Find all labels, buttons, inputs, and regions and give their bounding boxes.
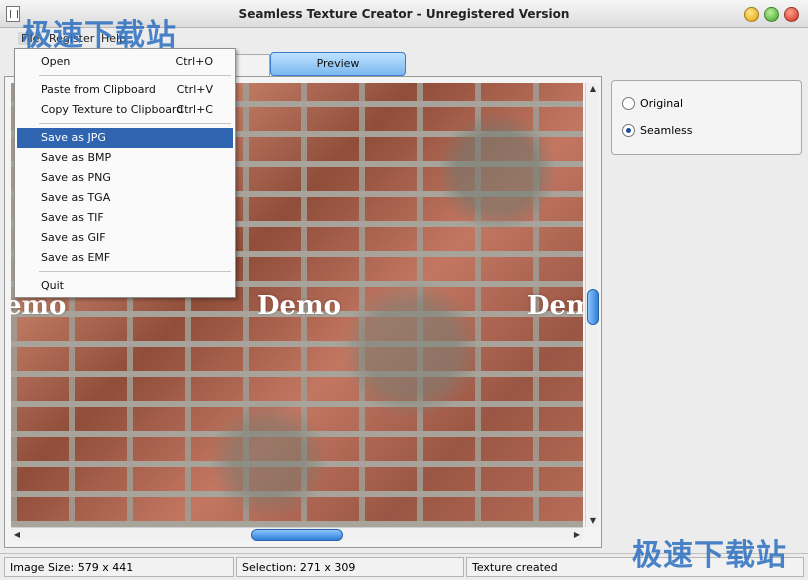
scroll-down-icon[interactable]: ▼ (586, 515, 600, 527)
menu-open-label: Open (41, 55, 71, 68)
vertical-scrollbar[interactable]: ▲ ▼ (585, 83, 599, 527)
scroll-left-icon[interactable]: ◀ (11, 528, 23, 542)
close-button[interactable] (784, 7, 799, 22)
menu-save-jpg[interactable]: Save as JPG (17, 128, 233, 148)
menu-save-bmp[interactable]: Save as BMP (17, 148, 233, 168)
seamless-label: Seamless (640, 123, 693, 137)
tab-preview[interactable]: Preview (270, 52, 406, 76)
file-menu-dropdown: Open Ctrl+O Paste from Clipboard Ctrl+V … (14, 48, 236, 298)
horizontal-scrollbar[interactable]: ◀ ▶ (11, 527, 583, 541)
horizontal-scroll-thumb[interactable] (251, 529, 343, 541)
menu-paste[interactable]: Paste from Clipboard Ctrl+V (17, 80, 233, 100)
seamless-option[interactable]: Seamless (622, 122, 693, 138)
menu-save-png[interactable]: Save as PNG (17, 168, 233, 188)
menu-save-emf[interactable]: Save as EMF (17, 248, 233, 268)
menu-save-gif[interactable]: Save as GIF (17, 228, 233, 248)
demo-watermark: Dem (527, 291, 583, 321)
tab-strip: Preview (230, 52, 410, 76)
menu-quit[interactable]: Quit (17, 276, 233, 296)
menu-copy[interactable]: Copy Texture to Clipboard Ctrl+C (17, 100, 233, 120)
menu-separator (39, 271, 231, 272)
maximize-button[interactable] (764, 7, 779, 22)
status-selection: Selection: 271 x 309 (236, 557, 464, 577)
seamless-radio[interactable] (622, 123, 635, 137)
menu-open[interactable]: Open Ctrl+O (17, 52, 233, 72)
menu-paste-shortcut: Ctrl+V (176, 83, 213, 96)
scroll-right-icon[interactable]: ▶ (571, 528, 583, 542)
menu-copy-label: Copy Texture to Clipboard (41, 103, 184, 116)
menu-copy-shortcut: Ctrl+C (176, 103, 213, 116)
mode-panel: Original Seamless (611, 80, 802, 155)
menu-open-shortcut: Ctrl+O (175, 55, 213, 68)
original-option[interactable]: Original (622, 95, 683, 111)
menu-paste-label: Paste from Clipboard (41, 83, 156, 96)
status-image-size: Image Size: 579 x 441 (4, 557, 234, 577)
scroll-up-icon[interactable]: ▲ (586, 83, 600, 95)
site-watermark: 极速下载站 (22, 18, 177, 53)
vertical-scroll-thumb[interactable] (587, 289, 599, 325)
original-radio[interactable] (622, 96, 635, 110)
menu-save-tga[interactable]: Save as TGA (17, 188, 233, 208)
menu-save-tif[interactable]: Save as TIF (17, 208, 233, 228)
menu-separator (39, 75, 231, 76)
menu-separator (39, 123, 231, 124)
minimize-button[interactable] (744, 7, 759, 22)
demo-watermark: Demo (257, 291, 341, 321)
site-watermark: 极速下载站 (632, 538, 787, 573)
original-label: Original (640, 96, 684, 110)
tab-hidden[interactable] (230, 54, 270, 76)
app-window: Seamless Texture Creator - Unregistered … (0, 0, 808, 580)
